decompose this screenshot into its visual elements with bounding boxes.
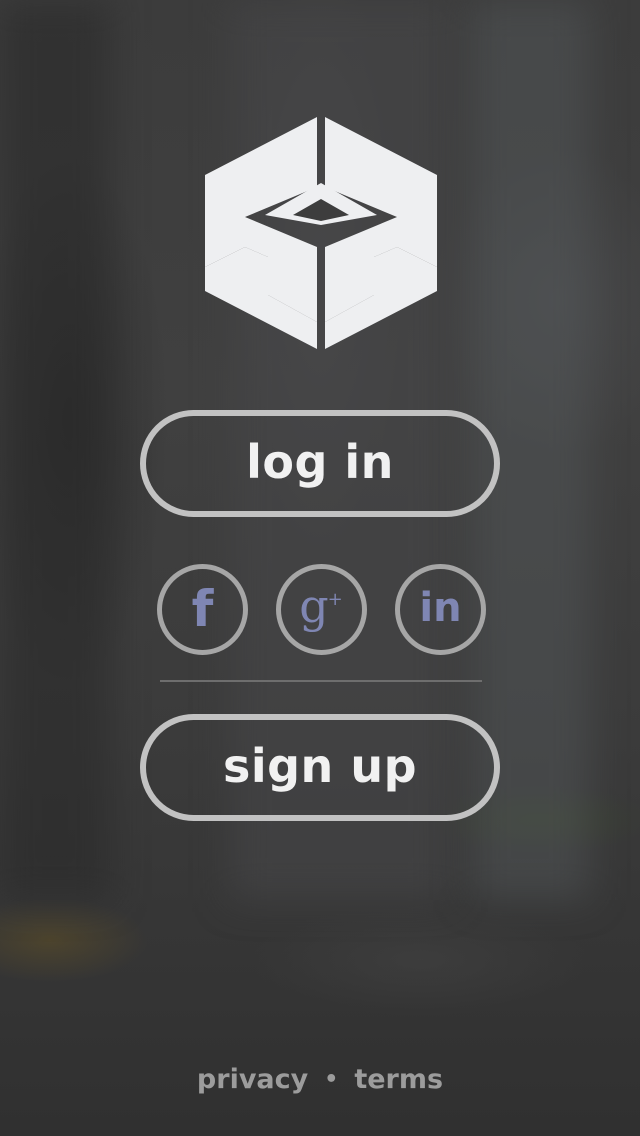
- linkedin-login-button[interactable]: in: [395, 564, 486, 655]
- login-button[interactable]: log in: [140, 410, 500, 517]
- terms-link[interactable]: terms: [354, 1064, 443, 1095]
- google-plus-icon: g+: [299, 583, 344, 629]
- google-plus-login-button[interactable]: g+: [276, 564, 367, 655]
- facebook-icon: f: [191, 579, 214, 638]
- background-shape: [0, 0, 110, 900]
- facebook-login-button[interactable]: f: [157, 564, 248, 655]
- footer-separator: •: [324, 1067, 339, 1092]
- google-plus-superscript: +: [327, 588, 343, 610]
- footer-links: privacy • terms: [0, 1064, 640, 1095]
- privacy-link[interactable]: privacy: [197, 1064, 308, 1095]
- login-button-label: log in: [246, 434, 394, 489]
- app-logo-icon: [205, 117, 437, 349]
- google-plus-glyph: g: [299, 578, 329, 633]
- linkedin-icon: in: [419, 584, 462, 631]
- divider: [160, 680, 482, 682]
- signup-button[interactable]: sign up: [140, 714, 500, 821]
- signup-button-label: sign up: [222, 738, 417, 793]
